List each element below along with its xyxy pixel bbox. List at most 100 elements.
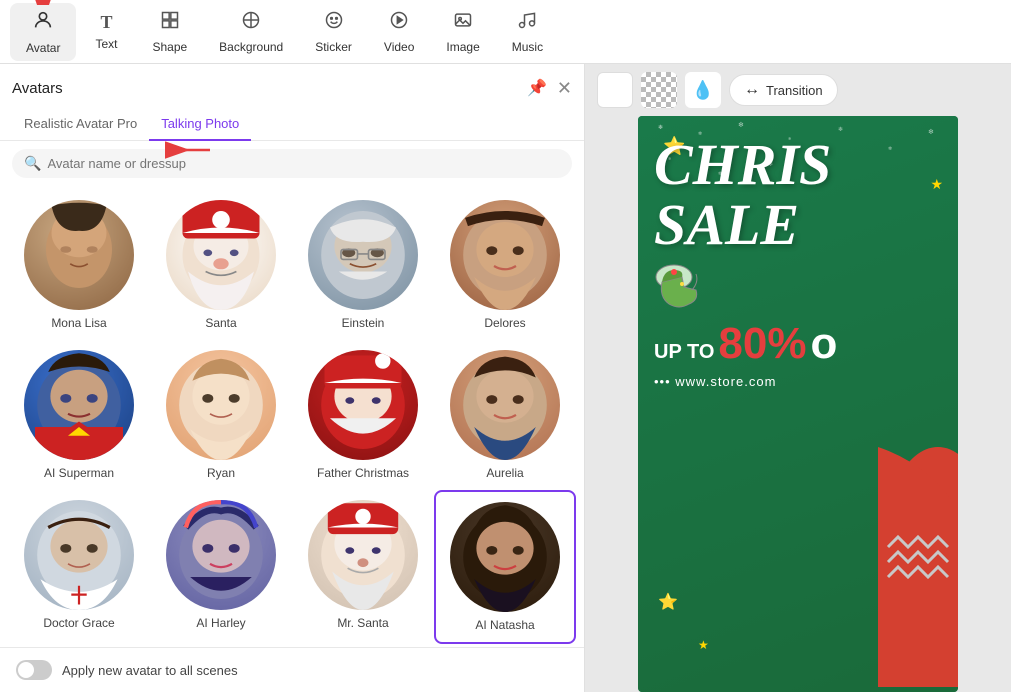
avatar-name-santa: Santa (205, 316, 236, 330)
background-label: Background (219, 40, 283, 54)
transition-icon: ↔ (744, 81, 760, 99)
avatar-icon (32, 9, 54, 37)
avatar-cell-aurelia[interactable]: Aurelia (434, 340, 576, 490)
card-url: ••• www.store.com (654, 374, 942, 389)
red-arrow-tab (155, 140, 215, 190)
panel-title: Avatars (12, 80, 63, 97)
avatar-name-mr-santa: Mr. Santa (337, 616, 388, 630)
toolbar-item-music[interactable]: Music (496, 4, 559, 60)
transition-button[interactable]: ↔ Transition (729, 74, 838, 106)
search-icon: 🔍 (24, 155, 41, 172)
panel-tabs: Realistic Avatar Pro Talking Photo (0, 108, 584, 141)
text-icon: T (100, 12, 112, 33)
avatar-cell-mr-santa[interactable]: Mr. Santa (292, 490, 434, 644)
music-label: Music (512, 40, 543, 54)
sticker-label: Sticker (315, 40, 352, 54)
avatar-cell-einstein[interactable]: Einstein (292, 190, 434, 340)
discount-text: UP TO (654, 341, 714, 364)
toolbar-item-text[interactable]: T Text (76, 6, 136, 57)
avatar-img-ai-natasha (450, 502, 560, 612)
avatar-name-doctor-grace: Doctor Grace (43, 616, 114, 630)
image-icon (453, 10, 473, 36)
avatar-name-mona-lisa: Mona Lisa (51, 316, 106, 330)
left-panel: Avatars 📌 ✕ Realistic Avatar Pro Talking… (0, 64, 585, 692)
avatar-name-aurelia: Aurelia (486, 466, 523, 480)
discount-value: 80% (718, 322, 806, 366)
transparent-bg-tool[interactable] (641, 72, 677, 108)
right-panel: 💧 ↔ Transition ❄ ❄ ❄ ❄ ❄ ❄ ❄ ❄ ❄ ❄ (585, 64, 1011, 692)
search-bar: 🔍 (0, 141, 584, 186)
avatar-img-santa (166, 200, 276, 310)
tab-realistic[interactable]: Realistic Avatar Pro (12, 108, 149, 141)
card-title-line1: CHRIS (654, 136, 942, 194)
canvas-toolbar: 💧 ↔ Transition (585, 64, 1011, 116)
avatar-img-ai-harley (166, 500, 276, 610)
toolbar-item-video[interactable]: Video (368, 4, 430, 60)
avatar-img-aurelia (450, 350, 560, 460)
toolbar: Avatar T Text Shape (0, 0, 1011, 64)
avatar-name-delores: Delores (484, 316, 525, 330)
pin-icon[interactable]: 📌 (527, 78, 547, 98)
stocking-decoration (654, 262, 942, 317)
avatar-name-ryan: Ryan (207, 466, 235, 480)
toolbar-item-shape[interactable]: Shape (136, 4, 203, 60)
sticker-icon (324, 10, 344, 36)
avatar-cell-ryan[interactable]: Ryan (150, 340, 292, 490)
transition-label: Transition (766, 83, 823, 98)
panel-header: Avatars 📌 ✕ (0, 64, 584, 104)
person-decoration (838, 447, 958, 692)
image-label: Image (446, 40, 479, 54)
video-label: Video (384, 40, 414, 54)
tab-talking-photo[interactable]: Talking Photo (149, 108, 251, 141)
toolbar-item-avatar[interactable]: Avatar (10, 3, 76, 61)
avatar-name-father-christmas: Father Christmas (317, 466, 409, 480)
avatar-cell-ai-superman[interactable]: AI Superman (8, 340, 150, 490)
card-content: CHRIS SALE UP TO (638, 116, 958, 409)
color-picker-tool[interactable]: 💧 (685, 72, 721, 108)
avatar-img-ai-superman (24, 350, 134, 460)
panel-bottom: Apply new avatar to all scenes (0, 647, 584, 692)
avatar-img-doctor-grace (24, 500, 134, 610)
avatar-cell-santa[interactable]: Santa (150, 190, 292, 340)
apply-all-label: Apply new avatar to all scenes (62, 663, 238, 678)
avatar-img-ryan (166, 350, 276, 460)
avatar-name-ai-harley: AI Harley (196, 616, 245, 630)
background-icon (241, 10, 261, 36)
white-bg-tool[interactable] (597, 72, 633, 108)
avatar-label: Avatar (26, 41, 60, 55)
avatar-cell-doctor-grace[interactable]: Doctor Grace (8, 490, 150, 644)
toggle-knob (18, 662, 34, 678)
christmas-card: ❄ ❄ ❄ ❄ ❄ ❄ ❄ ❄ ❄ ❄ ⭐ ★ ⭐ ★ CHRIS (638, 116, 958, 692)
avatar-img-delores (450, 200, 560, 310)
discount-suffix: o (810, 322, 837, 366)
toolbar-item-image[interactable]: Image (430, 4, 495, 60)
avatar-cell-ai-harley[interactable]: AI Harley (150, 490, 292, 644)
apply-all-toggle[interactable] (16, 660, 52, 680)
avatar-cell-mona-lisa[interactable]: Mona Lisa (8, 190, 150, 340)
shape-icon (160, 10, 180, 36)
card-discount: UP TO 80% o (654, 322, 942, 366)
avatar-grid: Mona Lisa (0, 186, 584, 647)
search-input-wrap[interactable]: 🔍 (12, 149, 572, 178)
avatar-name-ai-natasha: AI Natasha (475, 618, 534, 632)
avatar-img-einstein (308, 200, 418, 310)
panel-header-icons: 📌 ✕ (527, 78, 572, 99)
main-layout: Avatars 📌 ✕ Realistic Avatar Pro Talking… (0, 64, 1011, 692)
avatar-img-father-christmas (308, 350, 418, 460)
card-title-line2: SALE (654, 196, 942, 254)
avatar-name-einstein: Einstein (342, 316, 385, 330)
search-input[interactable] (47, 156, 560, 171)
shape-label: Shape (152, 40, 187, 54)
avatar-cell-delores[interactable]: Delores (434, 190, 576, 340)
video-icon (389, 10, 409, 36)
text-label: Text (95, 37, 117, 51)
close-icon[interactable]: ✕ (557, 78, 572, 99)
avatar-img-mona-lisa (24, 200, 134, 310)
avatar-cell-ai-natasha[interactable]: AI Natasha (434, 490, 576, 644)
red-arrow-avatar (23, 0, 63, 5)
avatar-name-ai-superman: AI Superman (44, 466, 114, 480)
toolbar-item-sticker[interactable]: Sticker (299, 4, 368, 60)
avatar-img-mr-santa (308, 500, 418, 610)
toolbar-item-background[interactable]: Background (203, 4, 299, 60)
avatar-cell-father-christmas[interactable]: Father Christmas (292, 340, 434, 490)
